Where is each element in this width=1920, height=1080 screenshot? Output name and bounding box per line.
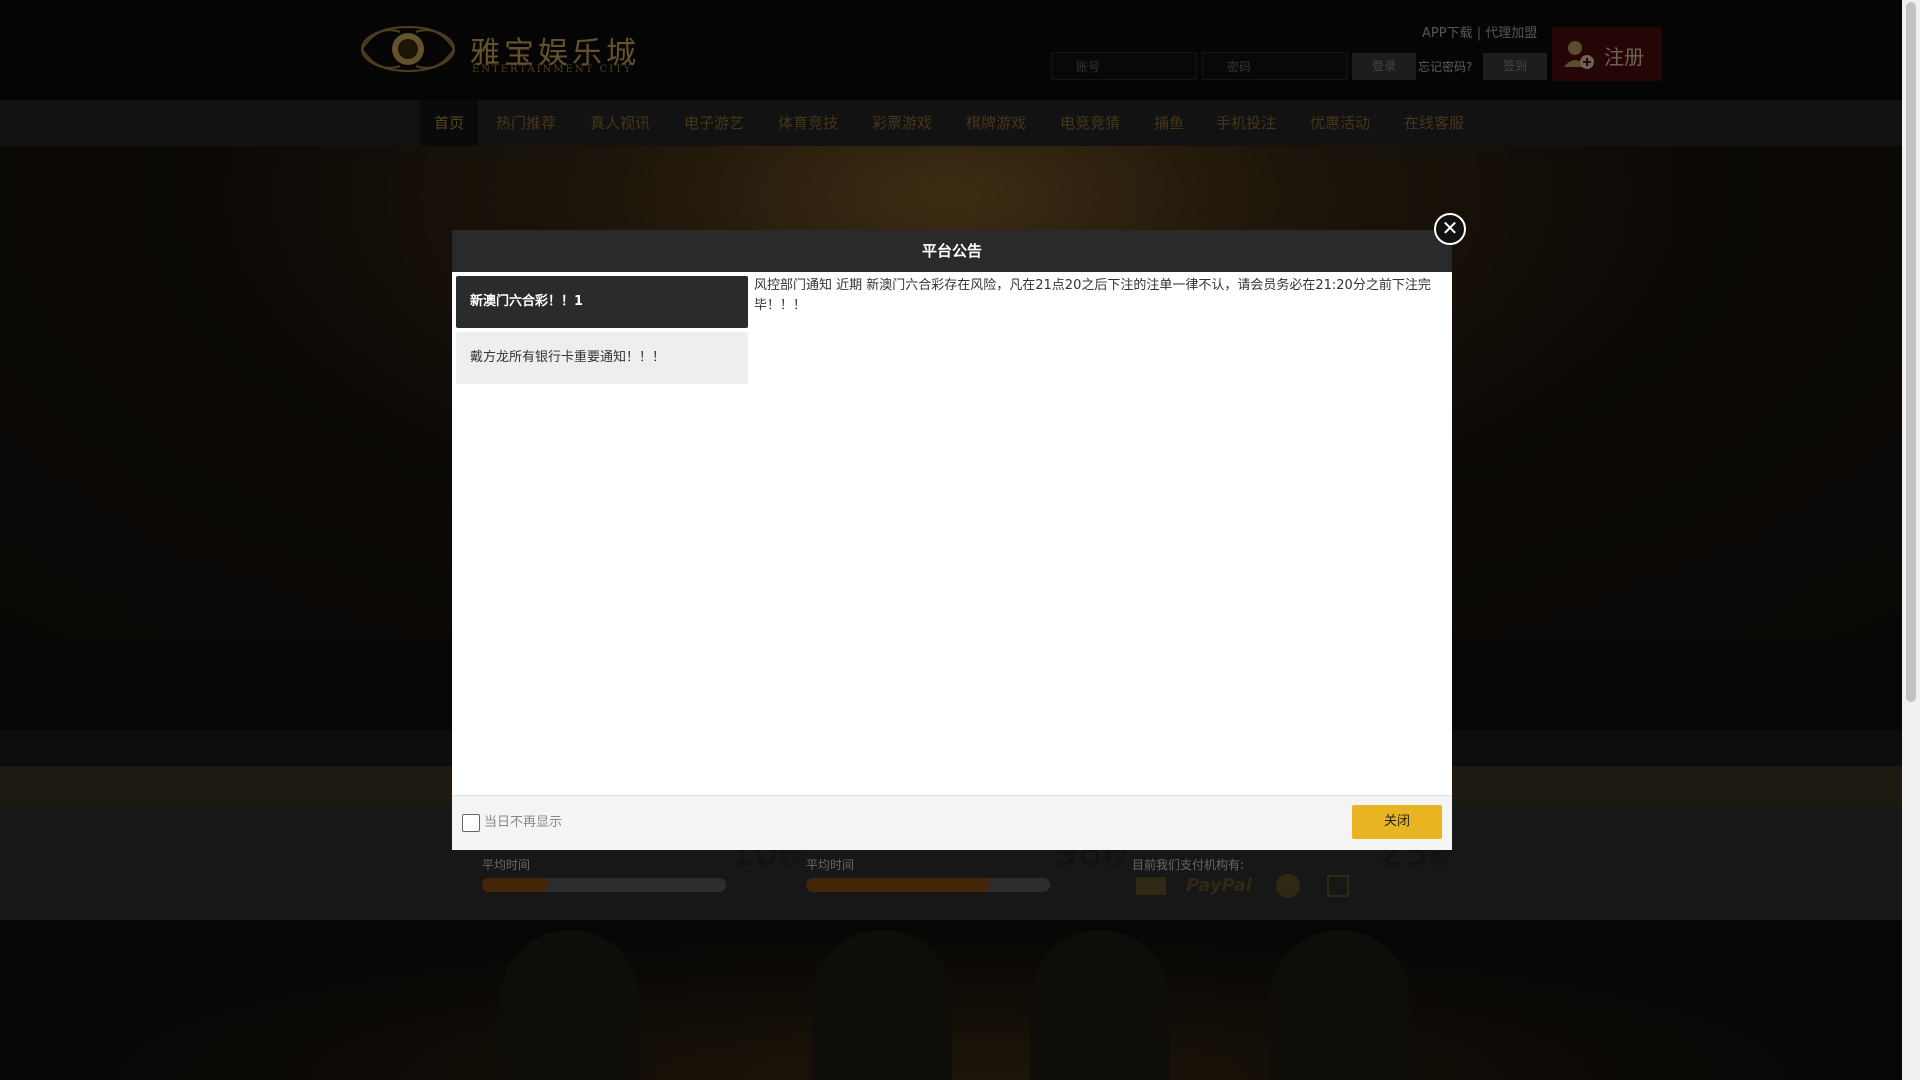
dont-show-checkbox[interactable] — [462, 814, 480, 832]
dont-show-label[interactable]: 当日不再显示 — [484, 811, 562, 830]
announcement-modal: 平台公告 新澳门六合彩！！1 戴方龙所有银行卡重要通知！！！ 风控部门通知 近期… — [452, 230, 1452, 850]
announcement-item-1[interactable]: 新澳门六合彩！！1 — [456, 276, 748, 328]
scrollbar-thumb[interactable] — [1906, 2, 1916, 702]
modal-footer: 当日不再显示 关闭 — [452, 795, 1452, 850]
close-icon[interactable]: ✕ — [1434, 213, 1466, 245]
announcement-content: 风控部门通知 近期 新澳门六合彩存在风险，凡在21点20之后下注的注单一律不认，… — [754, 278, 1431, 313]
modal-title: 平台公告 — [452, 230, 1452, 272]
announcement-list: 新澳门六合彩！！1 戴方龙所有银行卡重要通知！！！ — [456, 276, 748, 388]
announcement-item-2[interactable]: 戴方龙所有银行卡重要通知！！！ — [456, 332, 748, 384]
page-scrollbar[interactable] — [1902, 0, 1920, 1080]
close-button[interactable]: 关闭 — [1352, 805, 1442, 839]
